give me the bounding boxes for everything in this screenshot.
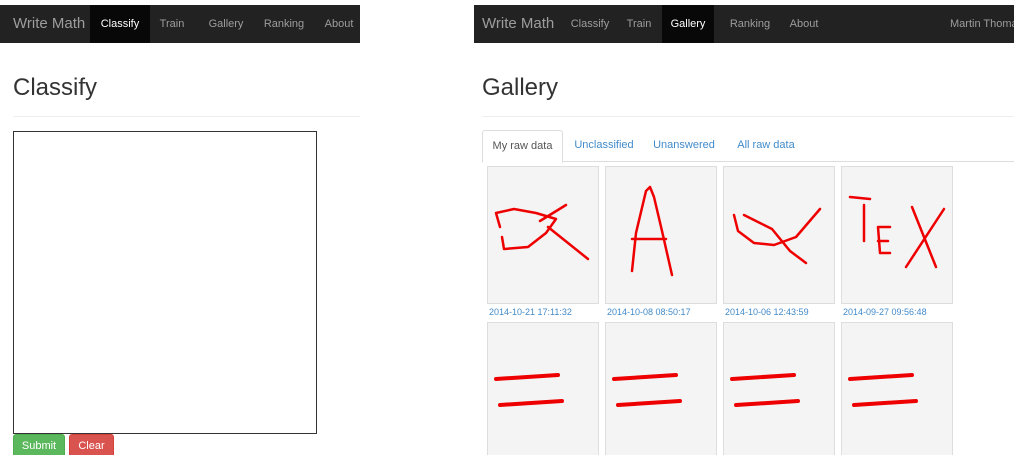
- tab-all-raw-data[interactable]: All raw data: [732, 130, 800, 162]
- nav-ranking[interactable]: Ranking: [724, 5, 776, 43]
- drawing-canvas[interactable]: [13, 131, 317, 434]
- navbar: Write Math Classify Train Gallery Rankin…: [0, 5, 360, 43]
- navbar: Write Math Classify Train Gallery Rankin…: [474, 5, 1014, 43]
- ink-stroke: [852, 399, 918, 407]
- nav-gallery[interactable]: Gallery: [202, 5, 250, 43]
- ink-stroke: [848, 373, 914, 381]
- gallery-tabs: My raw data Unclassified Unanswered All …: [482, 130, 1014, 163]
- gallery-panel: Write Math Classify Train Gallery Rankin…: [474, 0, 1014, 455]
- ink-stroke: [734, 399, 800, 407]
- item-date-link[interactable]: 2014-09-27 09:56:48: [843, 307, 961, 317]
- ink-stroke: [848, 195, 872, 201]
- nav-classify[interactable]: Classify: [566, 5, 614, 43]
- handwritten-drawing: [630, 185, 674, 277]
- ink-stroke: [876, 225, 892, 255]
- nav-train[interactable]: Train: [153, 5, 191, 43]
- ink-stroke: [904, 205, 946, 269]
- handwritten-drawing: [732, 207, 822, 265]
- ink-stroke: [494, 373, 560, 381]
- ink-stroke: [630, 185, 674, 277]
- ink-stroke: [494, 203, 590, 261]
- item-date-link[interactable]: 2014-10-21 17:11:32: [489, 307, 607, 317]
- page-title: Classify: [13, 74, 98, 101]
- title-divider: [13, 116, 360, 117]
- handwritten-drawing: [494, 203, 590, 261]
- clear-button[interactable]: Clear: [69, 434, 114, 455]
- gallery-item[interactable]: [723, 322, 835, 455]
- tab-my-raw-data[interactable]: My raw data: [482, 130, 563, 163]
- nav-about[interactable]: About: [320, 5, 358, 43]
- handwritten-drawing: [494, 373, 564, 407]
- nav-ranking[interactable]: Ranking: [258, 5, 310, 43]
- ink-stroke: [742, 213, 808, 265]
- gallery-item[interactable]: [487, 166, 599, 304]
- handwritten-drawing: [848, 195, 946, 269]
- tab-unanswered[interactable]: Unanswered: [650, 130, 718, 162]
- submit-button[interactable]: Submit: [13, 434, 65, 455]
- title-divider: [482, 116, 1014, 117]
- gallery-item[interactable]: [841, 322, 953, 455]
- nav-gallery[interactable]: Gallery: [662, 5, 714, 43]
- brand-link[interactable]: Write Math: [482, 5, 554, 43]
- ink-stroke: [732, 207, 822, 247]
- ink-stroke: [730, 373, 796, 381]
- ink-stroke: [616, 399, 682, 407]
- nav-classify[interactable]: Classify: [90, 5, 150, 43]
- nav-train[interactable]: Train: [622, 5, 656, 43]
- handwritten-drawing: [730, 373, 800, 407]
- gallery-item[interactable]: [723, 166, 835, 304]
- item-date-link[interactable]: 2014-10-08 08:50:17: [607, 307, 725, 317]
- tab-unclassified[interactable]: Unclassified: [569, 130, 639, 162]
- gallery-item[interactable]: [841, 166, 953, 304]
- handwritten-drawing: [848, 373, 918, 407]
- classify-panel: Write Math Classify Train Gallery Rankin…: [0, 0, 360, 455]
- brand-link[interactable]: Write Math: [13, 5, 85, 43]
- gallery-item[interactable]: [487, 322, 599, 455]
- page-title: Gallery: [482, 74, 559, 101]
- ink-stroke: [612, 373, 678, 381]
- gallery-item[interactable]: [605, 166, 717, 304]
- ink-stroke: [498, 399, 564, 407]
- gallery-item[interactable]: [605, 322, 717, 455]
- handwritten-drawing: [612, 373, 682, 407]
- item-date-link[interactable]: 2014-10-06 12:43:59: [725, 307, 843, 317]
- user-menu[interactable]: Martin Thoma: [950, 5, 1014, 43]
- nav-about[interactable]: About: [784, 5, 824, 43]
